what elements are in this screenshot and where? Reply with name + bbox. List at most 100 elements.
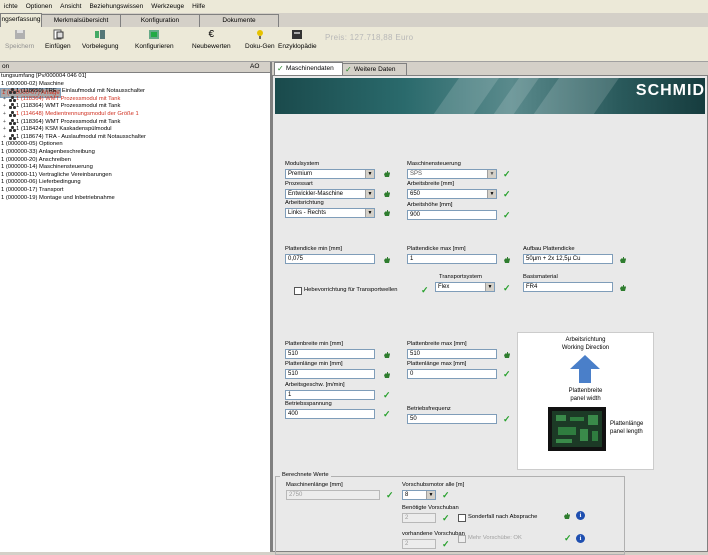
plattenlaenge-min-label: Plattenlänge min [mm] xyxy=(285,361,343,367)
menu-item-werkzeuge[interactable]: Werkzeuge xyxy=(147,3,188,10)
tree-node[interactable]: 1 (000000-14) Maschinensteuerung xyxy=(0,164,270,172)
hand-icon[interactable] xyxy=(619,284,627,292)
tab-weitere-daten[interactable]: ✓ Weitere Daten xyxy=(342,63,407,75)
maschinensteuerung-select[interactable]: SPS ▼ xyxy=(407,169,497,179)
tab-maschinendaten-label: Maschinendaten xyxy=(286,65,334,72)
hand-icon[interactable] xyxy=(503,256,511,264)
menu-item-optionen[interactable]: Optionen xyxy=(22,3,56,10)
tab-maschinendaten[interactable]: ✓ Maschinendaten xyxy=(274,62,343,75)
tree-node[interactable]: +1 (118364) WMT Prozessmodul mit Tank xyxy=(0,103,270,111)
basismaterial-input[interactable]: FR4 xyxy=(523,282,613,292)
tree-node[interactable]: 1 (000000-11) Vertragliche Vereinbarunge… xyxy=(0,172,270,180)
tree-node[interactable]: 1 (000000-20) Anschreiben xyxy=(0,157,270,165)
arbeitsgeschw-input[interactable]: 1 xyxy=(285,390,375,400)
encyclopedia-label: Enzyklopädie xyxy=(278,43,317,50)
encyclopedia-icon xyxy=(292,30,303,39)
configure-button[interactable]: Konfigurieren xyxy=(135,29,174,50)
hebevorrichtung-checkbox[interactable] xyxy=(294,287,302,295)
save-icon xyxy=(14,30,25,39)
diagram-width-de: Plattenbreite xyxy=(568,388,603,394)
revaluate-label: Neubewerten xyxy=(192,43,231,50)
betriebsfrequenz-label: Betriebsfrequenz xyxy=(407,406,451,412)
hand-icon[interactable] xyxy=(383,170,391,178)
hand-icon[interactable] xyxy=(383,256,391,264)
betriebsspannung-input[interactable]: 400 xyxy=(285,409,375,419)
tree-node-label: 1 (000000-19) Montage und Inbetriebnahme xyxy=(1,194,115,201)
tree-node[interactable]: +1 (118364) WMT Prozessmodul mit Tank xyxy=(0,95,270,104)
configure-label: Konfigurieren xyxy=(135,43,174,50)
preset-button[interactable]: Vorbelegung xyxy=(82,29,119,50)
tree-node-label: 1 (000000-33) Anlagenbeschreibung xyxy=(1,148,95,155)
insert-button[interactable]: Einfügen xyxy=(45,29,71,50)
menu-item-hilfe[interactable]: Hilfe xyxy=(188,3,209,10)
tab-erfassung[interactable]: ngserfassung xyxy=(0,13,42,27)
save-label: Speichern xyxy=(5,43,35,50)
tab-dokumente[interactable]: Dokumente xyxy=(199,14,279,27)
transportsystem-select[interactable]: Flex ▼ xyxy=(435,282,495,292)
company-logo: SCHMID xyxy=(635,82,705,99)
tree-node[interactable]: +1 (118659) TRE - Einlaufmodul mit Notau… xyxy=(0,88,270,96)
tree-node[interactable]: +1 (118674) TRA - Auslaufmodul mit Notau… xyxy=(0,133,270,142)
docgen-icon xyxy=(256,30,263,39)
plattenbreite-max-input[interactable]: 510 xyxy=(407,349,497,359)
tree-header-title: on xyxy=(2,63,10,70)
betriebsfrequenz-input[interactable]: 50 xyxy=(407,414,497,424)
menu-item-sichte[interactable]: ichte xyxy=(0,3,22,10)
mehr-vorschuebe-label: Mehr Vorschübe: OK xyxy=(468,535,522,541)
hand-icon[interactable] xyxy=(619,256,627,264)
tree-node[interactable]: +1 (118364) WMT Prozessmodul mit Tank xyxy=(0,118,270,127)
arbeitshoehe-input[interactable]: 900 xyxy=(407,210,497,220)
arbeitsrichtung-select[interactable]: Links - Rechts ▼ xyxy=(285,208,375,218)
plattenlaenge-max-input[interactable]: 0 xyxy=(407,369,497,379)
hand-icon[interactable] xyxy=(383,190,391,198)
tree-node[interactable]: tungsumfang [Pv/000004 046 01] xyxy=(0,73,270,81)
hand-icon[interactable] xyxy=(503,351,511,359)
modulsystem-select[interactable]: Premium ▼ xyxy=(285,169,375,179)
chevron-down-icon: ▼ xyxy=(485,283,494,291)
hand-icon[interactable] xyxy=(383,351,391,359)
diagram-width-en: panel width xyxy=(570,396,601,402)
hand-icon[interactable] xyxy=(383,371,391,379)
info-icon[interactable]: i xyxy=(576,534,585,543)
encyclopedia-button[interactable]: Enzyklopädie xyxy=(278,29,317,50)
menu-item-ansicht[interactable]: Ansicht xyxy=(56,3,85,10)
tree-header: on AO xyxy=(0,62,270,73)
tree-node[interactable]: 1 (000000-19) Montage und Inbetriebnahme xyxy=(0,195,270,203)
sonderfall-checkbox[interactable] xyxy=(458,514,466,522)
tree-node[interactable]: 1 (000000-02) Maschine xyxy=(0,81,270,89)
menu-item-beziehungswissen[interactable]: Beziehungswissen xyxy=(85,3,147,10)
plattendicke-max-input[interactable]: 1 xyxy=(407,254,497,264)
tree-header-column: AO xyxy=(250,63,260,70)
docgen-button[interactable]: Doku-Gen xyxy=(245,29,275,50)
info-icon[interactable]: i xyxy=(576,511,585,520)
arbeitsbreite-select[interactable]: 650 ▼ xyxy=(407,189,497,199)
revaluate-button[interactable]: € Neubewerten xyxy=(192,29,231,50)
hand-icon[interactable] xyxy=(383,209,391,217)
tree-node-label: 1 (000000-05) Optionen xyxy=(1,141,63,148)
plattenbreite-min-input[interactable]: 510 xyxy=(285,349,375,359)
hand-icon[interactable] xyxy=(563,512,571,520)
tree-node-label: 1 (118364) WMT Prozessmodul mit Tank xyxy=(16,118,121,125)
docgen-label: Doku-Gen xyxy=(245,43,275,50)
prozessart-select[interactable]: Entwickler-Maschine ▼ xyxy=(285,189,375,199)
tree-node[interactable]: 1 (000000-05) Optionen xyxy=(0,141,270,149)
tree-node[interactable]: +1 (118424) KSM Kaskadenspülmodul xyxy=(0,126,270,134)
plattenlaenge-min-input[interactable]: 510 xyxy=(285,369,375,379)
tab-konfiguration[interactable]: Konfiguration xyxy=(120,14,200,27)
check-icon: ✓ xyxy=(421,285,429,295)
tree-node[interactable]: 1 (000000-06) Lieferbedingung xyxy=(0,179,270,187)
chevron-down-icon: ▼ xyxy=(487,170,496,178)
structure-tree: tungsumfang [Pv/000004 046 01] 1 (000000-… xyxy=(0,73,270,202)
tree-node[interactable]: 1 (000000-17) Transport xyxy=(0,187,270,195)
tree-node[interactable]: +1 (114648) Medientrennungsmodul der Grö… xyxy=(0,110,270,119)
tree-node-label: 1 (000000-14) Maschinensteuerung xyxy=(1,164,93,171)
tree-node[interactable]: 1 (000000-33) Anlagenbeschreibung xyxy=(0,149,270,157)
aufbau-plattendicke-input[interactable]: 50µm + 2x 12,5µ Cu xyxy=(523,254,613,264)
chevron-down-icon: ▼ xyxy=(365,170,374,178)
mehr-vorschuebe-checkbox[interactable] xyxy=(458,535,466,543)
plattendicke-min-input[interactable]: 0,075 xyxy=(285,254,375,264)
detail-pane: ✓ Maschinendaten ✓ Weitere Daten SCHMID … xyxy=(272,62,708,555)
save-button[interactable]: Speichern xyxy=(5,29,34,50)
vorschubsmotor-select[interactable]: 8 ▼ xyxy=(402,490,436,500)
tab-merkmalsuebersicht[interactable]: Merkmalsübersicht xyxy=(41,14,121,27)
